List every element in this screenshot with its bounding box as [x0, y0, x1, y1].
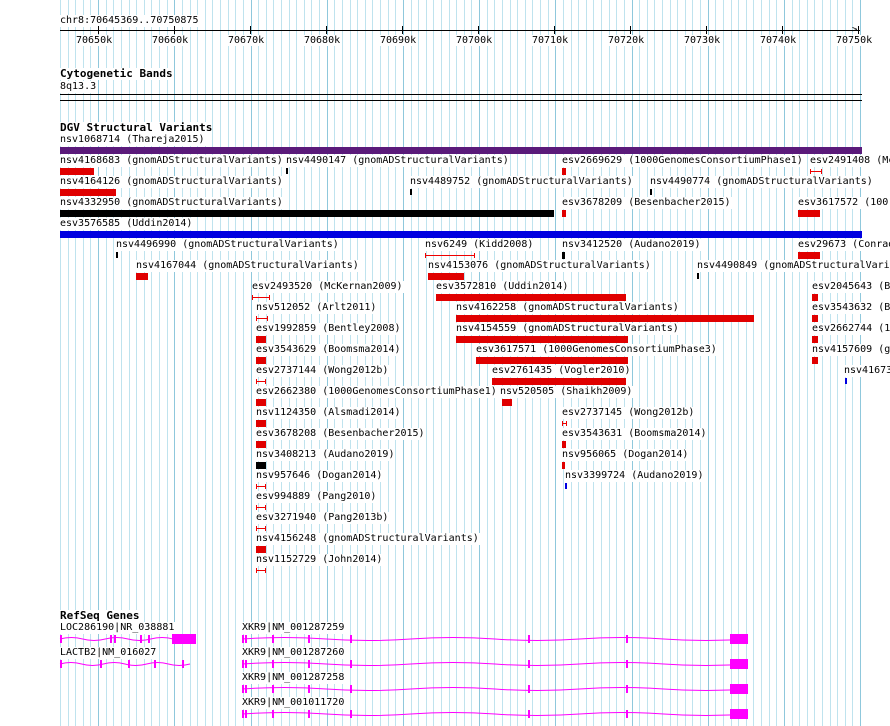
- gene-exon[interactable]: [626, 660, 628, 668]
- refseq-gene-models: [59, 634, 749, 719]
- gene-label[interactable]: XKR9|NM_001287260: [242, 647, 346, 659]
- gene-exon[interactable]: [626, 685, 628, 693]
- gene-intron-line: [241, 712, 749, 716]
- gene-exon[interactable]: [245, 635, 247, 643]
- gene-exon[interactable]: [626, 635, 628, 643]
- gene-exon[interactable]: [100, 660, 102, 668]
- gene-exon[interactable]: [730, 659, 748, 669]
- gene-exon[interactable]: [272, 635, 274, 643]
- gene-exon[interactable]: [350, 635, 352, 643]
- gene-exon[interactable]: [154, 660, 156, 668]
- gene-exon[interactable]: [272, 685, 274, 693]
- gene-label[interactable]: XKR9|NM_001287258: [242, 672, 346, 684]
- gene-exon[interactable]: [272, 660, 274, 668]
- gene-exon[interactable]: [308, 635, 310, 643]
- gene-exon[interactable]: [308, 660, 310, 668]
- gene-label[interactable]: LACTB2|NM_016027: [60, 647, 158, 659]
- gene-label[interactable]: XKR9|NM_001287259: [242, 622, 346, 634]
- gene-exon[interactable]: [350, 685, 352, 693]
- gene-exon[interactable]: [60, 635, 62, 643]
- genome-browser-view: chr8:70645369..70750875 > 70650k 70660k 70…: [0, 0, 890, 726]
- gene-exon[interactable]: [242, 660, 244, 668]
- gene-intron-line: [241, 662, 749, 666]
- gene-exon[interactable]: [110, 635, 112, 643]
- gene-exon[interactable]: [730, 634, 748, 644]
- gene-exon[interactable]: [242, 710, 244, 718]
- gene-exon[interactable]: [128, 660, 130, 668]
- gene-exon[interactable]: [245, 710, 247, 718]
- gene-exon[interactable]: [528, 685, 530, 693]
- gene-exon[interactable]: [60, 660, 62, 668]
- gene-intron-line: [59, 662, 191, 666]
- gene-exon[interactable]: [528, 635, 530, 643]
- gene-exon[interactable]: [148, 635, 150, 643]
- gene-intron-line: [241, 637, 749, 641]
- gene-exon[interactable]: [245, 685, 247, 693]
- gene-exon[interactable]: [242, 635, 244, 643]
- gene-exon[interactable]: [182, 660, 184, 668]
- gene-label[interactable]: XKR9|NM_001011720: [242, 697, 346, 709]
- gene-exon[interactable]: [242, 685, 244, 693]
- gene-exon[interactable]: [626, 710, 628, 718]
- gene-exon[interactable]: [172, 634, 196, 644]
- gene-exon[interactable]: [350, 660, 352, 668]
- gene-intron-line: [241, 687, 749, 691]
- gene-exon[interactable]: [528, 660, 530, 668]
- gene-exon[interactable]: [140, 635, 142, 643]
- gene-exon[interactable]: [272, 710, 274, 718]
- gene-exon[interactable]: [528, 710, 530, 718]
- gene-label[interactable]: LOC286190|NR_038881: [60, 622, 176, 634]
- gene-exon[interactable]: [730, 709, 748, 719]
- gene-exon[interactable]: [730, 684, 748, 694]
- gene-exon[interactable]: [350, 710, 352, 718]
- gene-exon[interactable]: [245, 660, 247, 668]
- gene-exon[interactable]: [114, 635, 116, 643]
- gene-exon[interactable]: [308, 710, 310, 718]
- gene-exon[interactable]: [308, 685, 310, 693]
